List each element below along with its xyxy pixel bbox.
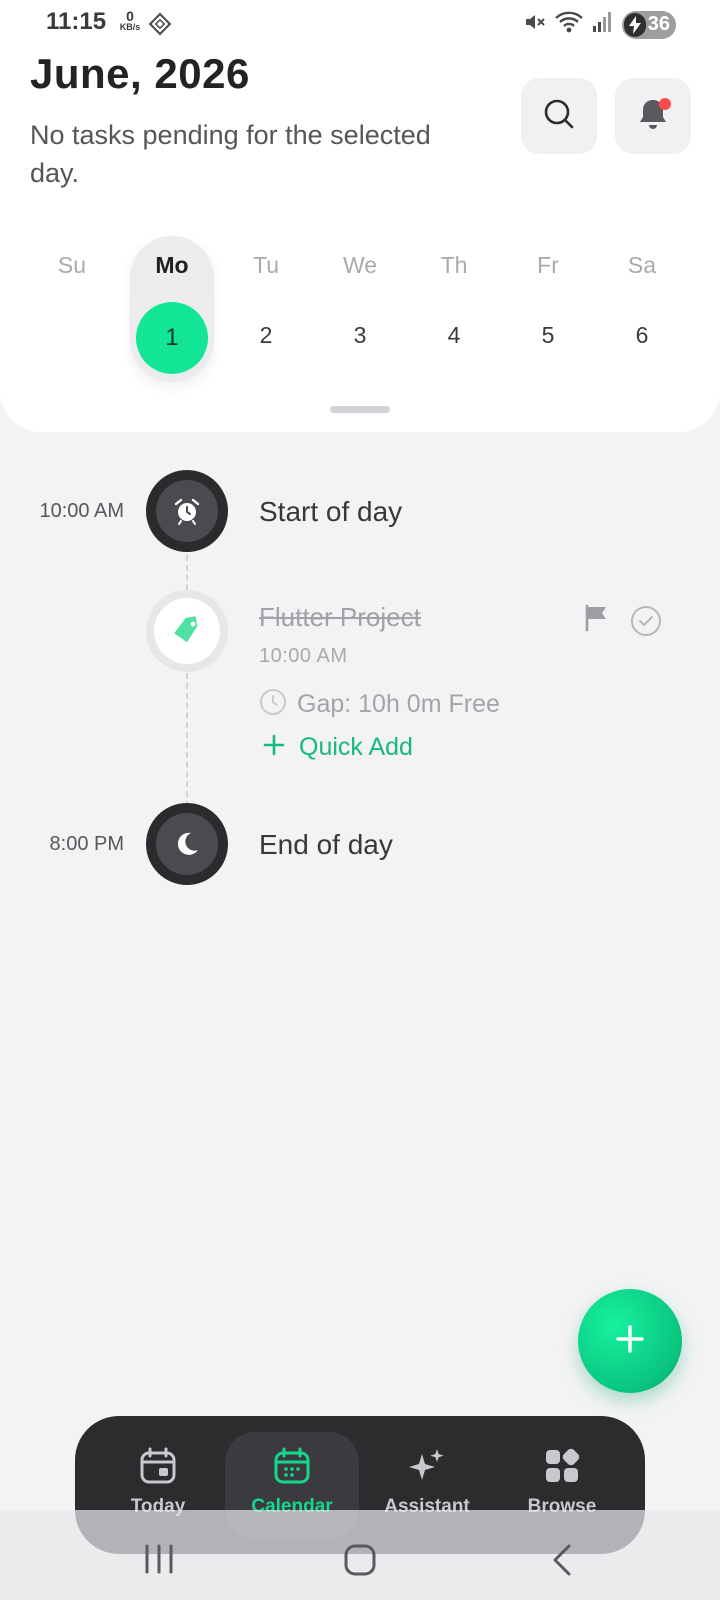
notification-badge: [659, 98, 671, 110]
plus-icon: [613, 1322, 647, 1361]
status-bar: 11:15 0 KB/s 36: [0, 0, 720, 48]
start-of-day-title: Start of day: [259, 496, 403, 527]
day-number: 4: [447, 322, 461, 348]
day-thursday[interactable]: Th 4: [412, 236, 496, 382]
quick-add-button[interactable]: Quick Add: [263, 733, 413, 762]
clock-icon: [259, 688, 287, 721]
recent-apps-icon[interactable]: [142, 1544, 176, 1579]
gap-info: Gap: 10h 0m Free: [259, 688, 500, 721]
drag-handle[interactable]: [330, 406, 390, 413]
network-speed: 0 KB/s: [116, 9, 144, 32]
gap-text: Gap: 10h 0m Free: [297, 690, 500, 718]
day-name: Sa: [627, 252, 657, 278]
task-time: 10:00 AM: [259, 645, 348, 667]
day-monday-selected[interactable]: Mo 1: [130, 236, 214, 382]
page-title[interactable]: June, 2026: [30, 50, 250, 98]
notifications-button[interactable]: [615, 78, 691, 154]
moon-icon: [156, 813, 218, 875]
day-name: Mo: [155, 252, 189, 278]
day-number: 1: [165, 324, 179, 351]
day-name: Tu: [253, 252, 279, 278]
day-name: Fr: [537, 252, 559, 278]
day-friday[interactable]: Fr 5: [506, 236, 590, 382]
day-name: Su: [57, 252, 87, 278]
timeline-connector: [186, 545, 188, 807]
check-circle-icon[interactable]: [630, 605, 662, 642]
app-notification-icon: [147, 11, 173, 42]
calendar-grid-icon: [272, 1446, 312, 1486]
day-number: 6: [635, 322, 649, 348]
task-title[interactable]: Flutter Project: [259, 602, 421, 633]
back-icon[interactable]: [550, 1544, 574, 1581]
signal-icon: [592, 10, 614, 39]
home-icon[interactable]: [343, 1544, 377, 1581]
start-time-label: 10:00 AM: [39, 500, 124, 522]
end-of-day-title: End of day: [259, 829, 393, 860]
week-strip: Su Mo 1 Tu 2 We 3 Th 4 Fr 5 Sa 6: [30, 236, 690, 382]
flag-icon[interactable]: [584, 604, 610, 637]
task-node[interactable]: [146, 590, 228, 672]
page-subtitle: No tasks pending for the selected day.: [30, 120, 431, 188]
mute-icon: [522, 10, 546, 39]
day-number: 5: [541, 322, 555, 348]
system-navigation-bar: [0, 1510, 720, 1600]
battery-indicator: 36: [621, 10, 676, 39]
status-time: 11:15: [46, 8, 107, 35]
search-icon: [542, 97, 576, 136]
grid-icon: [542, 1446, 582, 1486]
header-card: 11:15 0 KB/s 36 June, 2026 No tasks pend…: [0, 0, 720, 432]
tag-icon: [154, 598, 220, 664]
plus-icon: [263, 734, 285, 761]
end-of-day-node[interactable]: [146, 803, 228, 885]
start-of-day-node[interactable]: [146, 470, 228, 552]
search-button[interactable]: [521, 78, 597, 154]
day-wednesday[interactable]: We 3: [318, 236, 402, 382]
day-name: Th: [440, 252, 468, 278]
charging-bolt-icon: [623, 12, 646, 37]
day-name: We: [342, 252, 378, 278]
end-time-label: 8:00 PM: [49, 833, 124, 855]
network-speed-value: 0: [126, 8, 134, 24]
add-task-fab[interactable]: [578, 1289, 682, 1393]
battery-level: 36: [647, 13, 670, 35]
selected-day-circle: 1: [136, 302, 208, 374]
status-icons: 36: [522, 10, 676, 39]
day-number: 3: [353, 322, 367, 348]
day-saturday[interactable]: Sa 6: [600, 236, 684, 382]
alarm-clock-icon: [156, 480, 218, 542]
sparkles-icon: [407, 1446, 447, 1486]
calendar-day-icon: [138, 1446, 178, 1486]
day-sunday[interactable]: Su: [30, 236, 114, 382]
quick-add-label: Quick Add: [299, 733, 413, 761]
network-speed-unit: KB/s: [119, 22, 141, 32]
wifi-icon: [554, 10, 584, 39]
day-tuesday[interactable]: Tu 2: [224, 236, 308, 382]
day-number: 2: [259, 322, 273, 348]
